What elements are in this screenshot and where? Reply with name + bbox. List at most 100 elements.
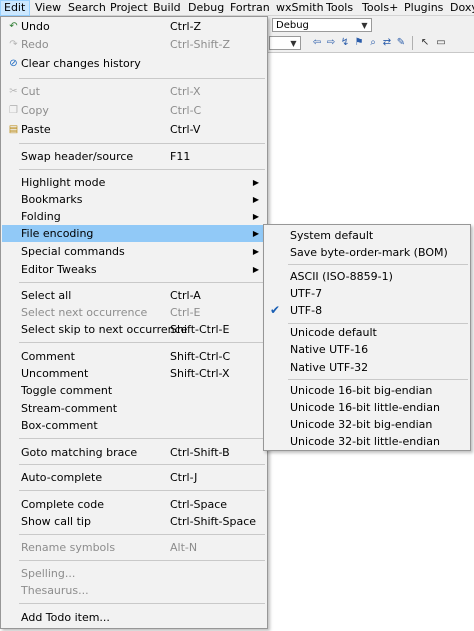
selection-icon[interactable]: ▭ [435,37,447,49]
menu-separator [19,490,265,491]
menu-item-label: UTF-7 [290,287,323,300]
arrow-right-icon[interactable]: ⇨ [325,37,337,49]
encoding-item-unicode-default[interactable]: Unicode default [265,324,469,341]
menu-item-thesaurus[interactable]: Thesaurus... [2,582,266,599]
menu-item-label: Native UTF-32 [290,361,369,374]
menu-wxsmith[interactable]: wxSmith [276,0,324,16]
menu-item-label: Show call tip [21,515,91,528]
encoding-item-unicode32-be[interactable]: Unicode 32-bit big-endian [265,416,469,433]
jump-icon[interactable]: ↯ [339,37,351,49]
menu-separator [19,78,265,79]
search-combo[interactable]: ▼ [269,36,301,50]
menu-item-clear-changes-history[interactable]: ⊘ Clear changes history [2,55,266,72]
encoding-item-ascii[interactable]: ASCII (ISO-8859-1) [265,268,469,285]
encoding-item-unicode32-le[interactable]: Unicode 32-bit little-endian [265,433,469,450]
encoding-item-save-bom[interactable]: Save byte-order-mark (BOM) [265,244,469,261]
menu-item-editor-tweaks[interactable]: Editor Tweaks ▶ [2,261,266,278]
menu-item-stream-comment[interactable]: Stream-comment [2,400,266,417]
build-target-combo[interactable]: Debug ▼ [272,18,372,32]
highlight-icon[interactable]: ✎ [395,37,407,49]
menu-item-select-next-occurrence[interactable]: Select next occurrence Ctrl-E [2,304,266,321]
toolbar-separator [412,36,413,50]
menu-item-file-encoding[interactable]: File encoding ▶ [2,225,266,242]
menu-item-copy[interactable]: ❐ Copy Ctrl-C [2,102,266,119]
menu-separator [19,534,265,535]
menu-item-add-todo[interactable]: Add Todo item... [2,609,266,626]
menu-view[interactable]: View [35,0,61,16]
menu-item-label: ASCII (ISO-8859-1) [290,270,393,283]
chevron-right-icon: ▶ [252,247,259,256]
menu-item-spelling[interactable]: Spelling... [2,565,266,582]
menu-separator [19,169,265,170]
encoding-item-utf8[interactable]: ✔ UTF-8 [265,302,469,319]
menu-item-label: Save byte-order-mark (BOM) [290,246,448,259]
encoding-item-system-default[interactable]: System default [265,227,469,244]
menu-doxy[interactable]: Doxy [450,0,474,16]
menu-tools-plus[interactable]: Tools+ [362,0,398,16]
menu-fortran[interactable]: Fortran [230,0,270,16]
paste-icon: ▤ [8,124,19,135]
chevron-right-icon: ▶ [252,265,259,274]
menu-item-redo[interactable]: ↷ Redo Ctrl-Shift-Z [2,36,266,53]
menu-item-label: Auto-complete [21,471,103,484]
menu-item-paste[interactable]: ▤ Paste Ctrl-V [2,121,266,138]
menu-item-label: Thesaurus... [21,584,89,597]
menu-separator [288,264,468,265]
menu-item-box-comment[interactable]: Box-comment [2,417,266,434]
encoding-item-unicode16-be[interactable]: Unicode 16-bit big-endian [265,382,469,399]
menu-item-label: System default [290,229,374,242]
menu-item-shortcut: Alt-N [170,541,198,554]
menu-separator [19,438,265,439]
menu-item-select-skip-next-occurrence[interactable]: Select skip to next occurrence Shift-Ctr… [2,321,266,338]
menu-build[interactable]: Build [153,0,181,16]
menu-item-shortcut: Ctrl-A [170,289,201,302]
edit-menu: ↶ Undo Ctrl-Z ↷ Redo Ctrl-Shift-Z ⊘ Clea… [0,16,268,629]
menu-item-rename-symbols[interactable]: Rename symbols Alt-N [2,539,266,556]
menu-item-comment[interactable]: Comment Shift-Ctrl-C [2,348,266,365]
menu-plugins[interactable]: Plugins [404,0,443,16]
chevron-right-icon: ▶ [252,212,259,221]
menu-item-complete-code[interactable]: Complete code Ctrl-Space [2,496,266,513]
menu-item-highlight-mode[interactable]: Highlight mode ▶ [2,174,266,191]
menu-item-label: Cut [21,85,40,98]
menu-item-folding[interactable]: Folding ▶ [2,208,266,225]
menu-separator [19,560,265,561]
menu-item-label: Complete code [21,498,105,511]
menu-search[interactable]: Search [68,0,106,16]
menu-item-special-commands[interactable]: Special commands ▶ [2,243,266,260]
menu-tools[interactable]: Tools [326,0,353,16]
menu-item-swap-header-source[interactable]: Swap header/source F11 [2,148,266,165]
menu-item-label: Unicode default [290,326,377,339]
menu-item-label: Box-comment [21,419,98,432]
menu-item-goto-matching-brace[interactable]: Goto matching brace Ctrl-Shift-B [2,444,266,461]
menu-item-shortcut: Shift-Ctrl-C [170,350,231,363]
encoding-item-native-utf32[interactable]: Native UTF-32 [265,359,469,376]
copy-icon: ❐ [9,105,18,116]
find-next-icon[interactable]: ⚑ [353,37,365,49]
arrow-left-icon[interactable]: ⇦ [311,37,323,49]
encoding-item-utf7[interactable]: UTF-7 [265,285,469,302]
menu-item-bookmarks[interactable]: Bookmarks ▶ [2,191,266,208]
menu-item-toggle-comment[interactable]: Toggle comment [2,382,266,399]
menu-item-label: Native UTF-16 [290,343,369,356]
menu-item-select-all[interactable]: Select all Ctrl-A [2,287,266,304]
menu-edit[interactable]: Edit [0,0,30,16]
encoding-item-unicode16-le[interactable]: Unicode 16-bit little-endian [265,399,469,416]
menu-item-auto-complete[interactable]: Auto-complete Ctrl-J [2,469,266,486]
find-icon[interactable]: ⌕ [367,37,379,49]
encoding-item-native-utf16[interactable]: Native UTF-16 [265,341,469,358]
menu-project[interactable]: Project [110,0,148,16]
menu-separator [19,464,265,465]
replace-icon[interactable]: ⇄ [381,37,393,49]
menu-item-label: Unicode 32-bit big-endian [290,418,433,431]
menu-debug[interactable]: Debug [188,0,224,16]
menu-item-label: Highlight mode [21,176,106,189]
menu-item-label: Unicode 16-bit big-endian [290,384,433,397]
menu-item-show-call-tip[interactable]: Show call tip Ctrl-Shift-Space [2,513,266,530]
menu-item-cut[interactable]: ✂ Cut Ctrl-X [2,83,266,100]
menu-item-uncomment[interactable]: Uncomment Shift-Ctrl-X [2,365,266,382]
menu-separator [19,603,265,604]
menu-separator [19,282,265,283]
menu-item-undo[interactable]: ↶ Undo Ctrl-Z [2,18,266,35]
pointer-icon[interactable]: ↖ [419,37,431,49]
